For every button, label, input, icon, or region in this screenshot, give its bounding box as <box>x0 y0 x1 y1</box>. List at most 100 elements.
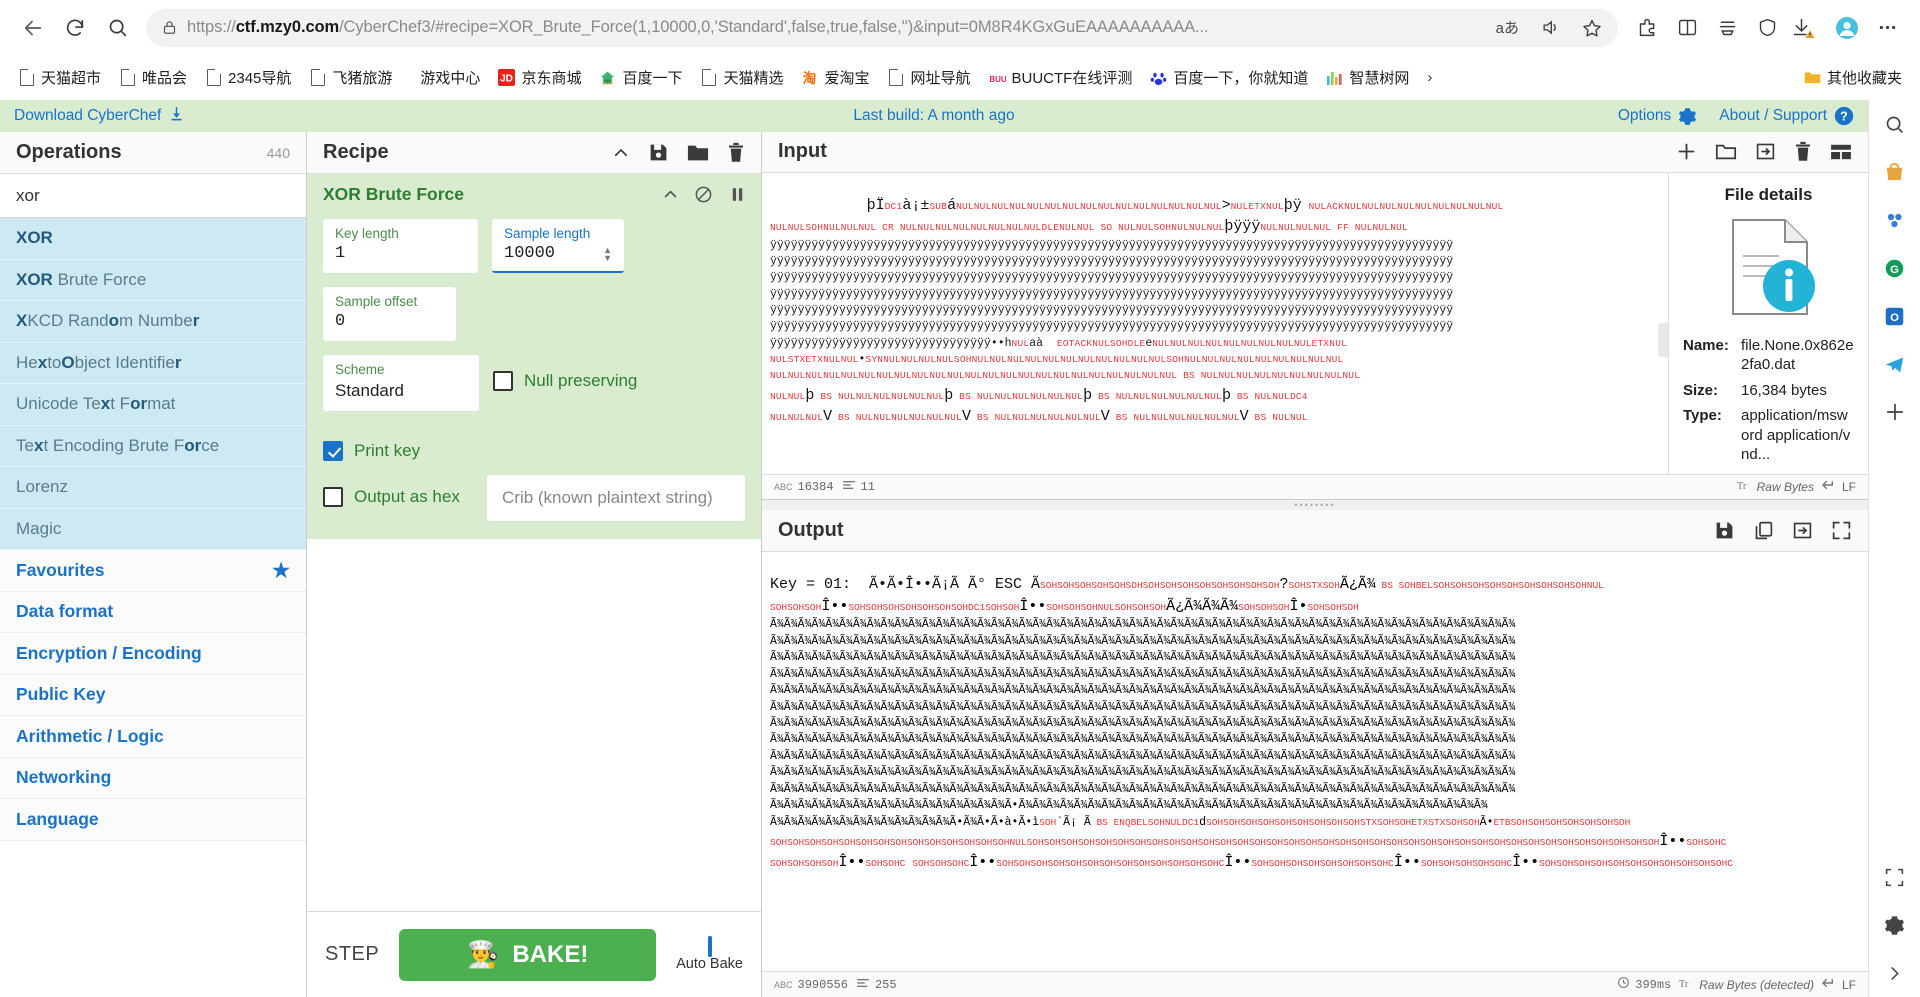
split-screen-icon[interactable] <box>1668 9 1706 47</box>
bookmark-item[interactable]: 飞猪旅游 <box>301 63 400 92</box>
op-collapse-icon[interactable] <box>662 186 679 208</box>
auto-bake-toggle[interactable]: Auto Bake <box>676 935 743 972</box>
browser-essentials-icon[interactable] <box>1748 9 1786 47</box>
sidebar-search-icon[interactable] <box>1879 108 1911 140</box>
output-line-ending-selector[interactable]: LF <box>1821 977 1856 993</box>
collections-icon[interactable] <box>1708 9 1746 47</box>
step-button[interactable]: STEP <box>325 943 379 966</box>
input-encoding-selector[interactable]: Tr Raw Bytes <box>1737 479 1814 495</box>
reader-mode-icon[interactable]: aあ <box>1490 17 1525 38</box>
bookmark-item[interactable]: 淘爱淘宝 <box>793 63 877 92</box>
tabs-layout-icon[interactable] <box>1830 143 1852 161</box>
sidebar-settings-icon[interactable] <box>1879 909 1911 941</box>
bookmark-item[interactable]: 天猫精选 <box>692 63 791 92</box>
operation-lorenz[interactable]: Lorenz <box>0 467 306 509</box>
reload-button[interactable] <box>56 9 94 47</box>
maximise-output-icon[interactable] <box>1831 520 1852 541</box>
auto-bake-checkbox[interactable] <box>707 935 712 957</box>
arg-scheme[interactable]: Scheme Standard <box>323 355 479 411</box>
category-public-key[interactable]: Public Key <box>0 674 306 716</box>
sidebar-telegram-icon[interactable] <box>1879 348 1911 380</box>
operation-xor-brute-force[interactable]: XOR Brute Force <box>0 259 306 301</box>
sidebar-office-icon[interactable]: O <box>1879 300 1911 332</box>
read-aloud-icon[interactable] <box>1535 18 1566 37</box>
clear-recipe-icon[interactable] <box>727 142 745 163</box>
category-arithmetic-logic[interactable]: Arithmetic / Logic <box>0 716 306 758</box>
arg-null-preserving[interactable]: Null preserving <box>493 371 637 392</box>
operations-search-input[interactable]: xor <box>0 174 306 218</box>
bookmark-item[interactable]: 网址导航 <box>880 63 979 92</box>
input-body[interactable]: þÏDC1à¡±SUBáNULNULNULNULNULNULNULNULNULN… <box>762 172 1868 474</box>
input-panel-resize-handle[interactable] <box>1658 323 1668 358</box>
bake-button[interactable]: 👨‍🍳 BAKE! <box>399 928 657 981</box>
bookmarks-overflow-chevron[interactable]: › <box>1419 69 1440 86</box>
operation-xor[interactable]: XOR <box>0 218 306 260</box>
bookmark-item[interactable]: 2345导航 <box>197 63 299 92</box>
download-cyberchef-link[interactable]: Download CyberChef <box>14 105 185 127</box>
operation-hex-to-object-identifier[interactable]: He x to Object Identifie r <box>0 342 306 384</box>
settings-more-icon[interactable] <box>1868 9 1906 47</box>
sidebar-add-icon[interactable] <box>1879 396 1911 428</box>
category-favourites[interactable]: Favourites ★ <box>0 550 306 592</box>
arg-key-length[interactable]: Key length 1 <box>323 219 478 274</box>
operation-unicode-text-format[interactable]: Unicode Te x t For mat <box>0 384 306 426</box>
bookmark-item[interactable]: BUU BUUCTF在线评测 <box>981 63 1141 92</box>
bookmark-item[interactable]: 天猫超市 <box>10 63 109 92</box>
clear-input-icon[interactable] <box>1794 141 1812 162</box>
bookmark-item[interactable]: 百度一下，你就知道 <box>1142 63 1316 92</box>
op-breakpoint-icon[interactable] <box>728 185 747 209</box>
search-button[interactable] <box>98 9 136 47</box>
open-folder-as-input-icon[interactable] <box>1755 141 1776 162</box>
io-splitter[interactable]: •••••••• <box>762 500 1868 510</box>
bookmark-item[interactable]: 唯品会 <box>111 63 195 92</box>
sidebar-tools-icon[interactable] <box>1879 204 1911 236</box>
arg-output-as-hex[interactable]: Output as hex <box>323 486 473 507</box>
extensions-icon[interactable] <box>1628 9 1666 47</box>
output-encoding-selector[interactable]: Tr Raw Bytes (detected) <box>1679 977 1814 993</box>
bookmark-item[interactable]: 2345 百度一下 <box>591 63 690 92</box>
sidebar-collapse-icon[interactable] <box>1879 957 1911 989</box>
input-line-ending-selector[interactable]: LF <box>1821 479 1856 495</box>
print-key-checkbox[interactable] <box>323 440 343 461</box>
category-language[interactable]: Language <box>0 799 306 841</box>
sidebar-screenshot-icon[interactable] <box>1879 861 1911 893</box>
category-data-format[interactable]: Data format <box>0 591 306 633</box>
address-bar[interactable]: https://ctf.mzy0.com/CyberChef3/#recipe=… <box>146 8 1618 47</box>
downloads-icon[interactable] <box>1788 9 1826 47</box>
replace-input-icon[interactable] <box>1792 520 1813 541</box>
output-as-hex-checkbox[interactable] <box>323 486 343 507</box>
load-recipe-icon[interactable] <box>687 143 709 163</box>
bookmark-item[interactable]: 游戏中心 <box>402 63 488 92</box>
null-preserving-checkbox[interactable] <box>493 371 513 392</box>
favorite-star-icon[interactable] <box>1576 18 1608 38</box>
save-recipe-icon[interactable] <box>648 142 669 163</box>
profile-avatar[interactable] <box>1828 9 1866 47</box>
operation-text-encoding-brute-force[interactable]: Te x t Encoding Brute For ce <box>0 425 306 467</box>
arg-crib-input[interactable]: Crib (known plaintext string) <box>487 474 745 521</box>
sidebar-shopping-icon[interactable] <box>1879 156 1911 188</box>
operation-xkcd-random-number[interactable]: X KCD Rand o m Numbe r <box>0 301 306 343</box>
spinner-arrows-icon[interactable]: ▲ ▼ <box>589 245 612 262</box>
category-encryption-encoding[interactable]: Encryption / Encoding <box>0 633 306 675</box>
recipe-op-xor-brute-force[interactable]: XOR Brute Force Key length 1 Sample leng… <box>307 174 761 539</box>
add-input-tab-icon[interactable] <box>1676 141 1697 162</box>
input-hexdump-text[interactable]: þÏDC1à¡±SUBáNULNULNULNULNULNULNULNULNULN… <box>762 173 1668 474</box>
arg-sample-length[interactable]: Sample length 10000 ▲ ▼ <box>492 219 624 274</box>
category-networking[interactable]: Networking <box>0 757 306 799</box>
sidebar-outlook-icon[interactable]: G <box>1879 252 1911 284</box>
arg-print-key[interactable]: Print key <box>323 440 420 461</box>
arg-sample-offset[interactable]: Sample offset 0 <box>323 287 456 342</box>
bookmark-item[interactable]: JD 京东商城 <box>490 63 589 92</box>
save-output-icon[interactable] <box>1714 520 1735 541</box>
back-button[interactable] <box>14 9 52 47</box>
op-disable-icon[interactable] <box>694 185 713 209</box>
bookmark-item[interactable]: 智慧树网 <box>1318 63 1417 92</box>
operation-magic[interactable]: Magic <box>0 508 306 550</box>
output-text[interactable]: Key = 01: Ã•Ã•Î••Ã¡Ã Ã° ESC ÃSOHSOHSOHSO… <box>762 552 1868 971</box>
collapse-chevron-icon[interactable] <box>612 144 630 162</box>
open-folder-icon[interactable] <box>1715 142 1737 162</box>
other-bookmarks-folder[interactable]: 其他收藏夹 <box>1796 63 1910 92</box>
copy-output-icon[interactable] <box>1753 520 1774 541</box>
about-support-button[interactable]: About / Support ? <box>1719 106 1854 126</box>
options-button[interactable]: Options <box>1618 107 1697 126</box>
